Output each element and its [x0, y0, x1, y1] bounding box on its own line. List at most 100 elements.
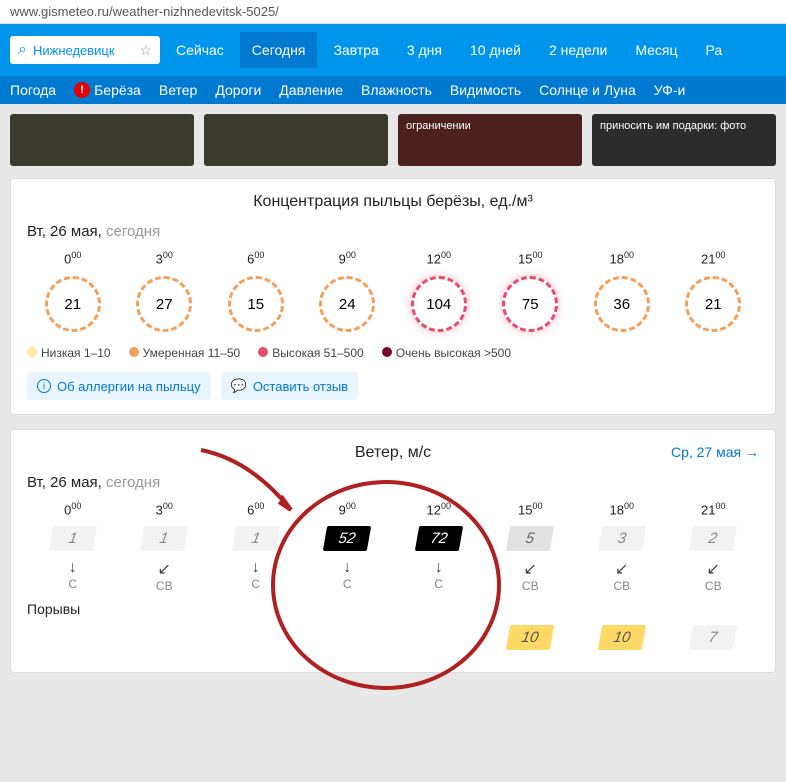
nav-now[interactable]: Сейчас	[164, 32, 236, 68]
wind-dir-cell: ↙СВ	[668, 559, 760, 593]
gust-cell	[27, 623, 119, 652]
gust-badge: 10	[598, 625, 646, 650]
gust-cell	[393, 623, 485, 652]
sub-visibility[interactable]: Видимость	[450, 82, 521, 98]
chat-icon: 💬	[231, 378, 247, 394]
arrow-icon: ↓	[393, 559, 485, 577]
pollen-circle: 21	[45, 276, 101, 332]
nav-2weeks[interactable]: 2 недели	[537, 32, 619, 68]
arrow-icon: ↓	[27, 559, 119, 577]
wind-badge: 2	[689, 526, 737, 551]
arrow-icon: ↙	[668, 559, 760, 579]
pollen-date: Вт, 26 мая, сегодня	[27, 223, 759, 240]
dot-vhigh-icon	[382, 347, 392, 357]
wind-speed-cell: 1	[210, 524, 302, 553]
time-cell: 300	[119, 501, 211, 517]
url-bar[interactable]: www.gismeteo.ru/weather-nizhnedevitsk-50…	[0, 0, 786, 24]
wind-time-row: 0003006009001200150018002100	[27, 501, 759, 517]
search-box[interactable]: ⌕ ☆	[10, 36, 160, 64]
promo-3[interactable]: ограничении	[398, 114, 582, 166]
time-cell: 900	[302, 250, 394, 266]
feedback-button[interactable]: 💬Оставить отзыв	[221, 372, 358, 400]
wind-dir-cell: ↓С	[210, 559, 302, 593]
wind-dir-cell: ↙СВ	[485, 559, 577, 593]
sub-roads[interactable]: Дороги	[215, 82, 261, 98]
wind-speed-cell: 72	[393, 524, 485, 553]
pollen-circle: 15	[228, 276, 284, 332]
nav-ra[interactable]: Ра	[694, 32, 735, 68]
content: ограничении приносить им подарки: фото К…	[0, 104, 786, 697]
pollen-card: Концентрация пыльцы берёзы, ед./м³ Вт, 2…	[10, 178, 776, 415]
legend-vhigh: Очень высокая >500	[382, 346, 511, 360]
time-cell: 600	[210, 250, 302, 266]
pill-row: iОб аллергии на пыльцу 💬Оставить отзыв	[27, 372, 759, 400]
pollen-value-row: 21271524104753621	[27, 276, 759, 332]
sub-humidity[interactable]: Влажность	[361, 82, 432, 98]
pollen-cell: 36	[576, 276, 668, 332]
sub-wind[interactable]: Ветер	[159, 82, 198, 98]
pollen-title: Концентрация пыльцы берёзы, ед./м³	[27, 193, 759, 211]
gust-cell	[210, 623, 302, 652]
dot-low-icon	[27, 347, 37, 357]
time-cell: 300	[119, 250, 211, 266]
wind-dir-cell: ↓С	[302, 559, 394, 593]
pollen-date-gray: сегодня	[106, 223, 160, 240]
gust-cell: 10	[576, 623, 668, 652]
time-cell: 1200	[393, 501, 485, 517]
pollen-cell: 75	[485, 276, 577, 332]
gust-badge: 10	[506, 625, 554, 650]
dot-high-icon	[258, 347, 268, 357]
arrow-icon: ↙	[119, 559, 211, 579]
time-cell: 1800	[576, 501, 668, 517]
wind-badge: 3	[598, 526, 646, 551]
pollen-circle: 104	[411, 276, 467, 332]
time-cell: 2100	[668, 501, 760, 517]
wind-title: Ветер, м/с	[27, 444, 759, 462]
nav-today[interactable]: Сегодня	[240, 32, 318, 68]
pollen-circle: 27	[136, 276, 192, 332]
promo-2[interactable]	[204, 114, 388, 166]
sub-nav: Погода ! Берёза Ветер Дороги Давление Вл…	[0, 76, 786, 104]
gust-badge: 7	[689, 625, 737, 650]
promo-4[interactable]: приносить им подарки: фото	[592, 114, 776, 166]
top-nav: ⌕ ☆ Сейчас Сегодня Завтра 3 дня 10 дней …	[0, 24, 786, 76]
wind-badge: 5	[506, 526, 554, 551]
search-icon: ⌕	[18, 41, 27, 59]
pollen-circle: 24	[319, 276, 375, 332]
wind-dir-cell: ↓С	[393, 559, 485, 593]
nav-tomorrow[interactable]: Завтра	[321, 32, 390, 68]
search-input[interactable]	[33, 43, 133, 58]
wind-speed-cell: 5	[485, 524, 577, 553]
promo-1[interactable]	[10, 114, 194, 166]
wind-speed-cell: 52	[302, 524, 394, 553]
nav-month[interactable]: Месяц	[623, 32, 689, 68]
pollen-cell: 27	[119, 276, 211, 332]
time-cell: 000	[27, 501, 119, 517]
gust-cell	[302, 623, 394, 652]
next-day-link[interactable]: Ср, 27 мая →	[671, 444, 759, 460]
wind-badge: 1	[49, 526, 97, 551]
time-cell: 000	[27, 250, 119, 266]
allergy-info-button[interactable]: iОб аллергии на пыльцу	[27, 372, 211, 400]
dot-mod-icon	[129, 347, 139, 357]
sub-birch[interactable]: ! Берёза	[74, 82, 141, 98]
sub-uvi[interactable]: УФ-и	[654, 82, 686, 98]
sub-sun[interactable]: Солнце и Луна	[539, 82, 636, 98]
pollen-cell: 21	[27, 276, 119, 332]
time-cell: 1200	[393, 250, 485, 266]
nav-10days[interactable]: 10 дней	[458, 32, 533, 68]
wind-dir-row: ↓С↙СВ↓С↓С↓С↙СВ↙СВ↙СВ	[27, 559, 759, 593]
nav-3days[interactable]: 3 дня	[395, 32, 454, 68]
wind-speed-cell: 1	[119, 524, 211, 553]
gust-cell: 10	[485, 623, 577, 652]
time-cell: 1500	[485, 501, 577, 517]
wind-dir-cell: ↓С	[27, 559, 119, 593]
sub-pressure[interactable]: Давление	[279, 82, 343, 98]
alert-icon: !	[74, 82, 90, 98]
star-icon[interactable]: ☆	[139, 42, 152, 59]
gusts-label: Порывы	[27, 601, 759, 617]
wind-speed-row: 1115272532	[27, 524, 759, 553]
sub-weather[interactable]: Погода	[10, 82, 56, 98]
pollen-cell: 24	[302, 276, 394, 332]
sub-birch-label: Берёза	[94, 82, 141, 98]
